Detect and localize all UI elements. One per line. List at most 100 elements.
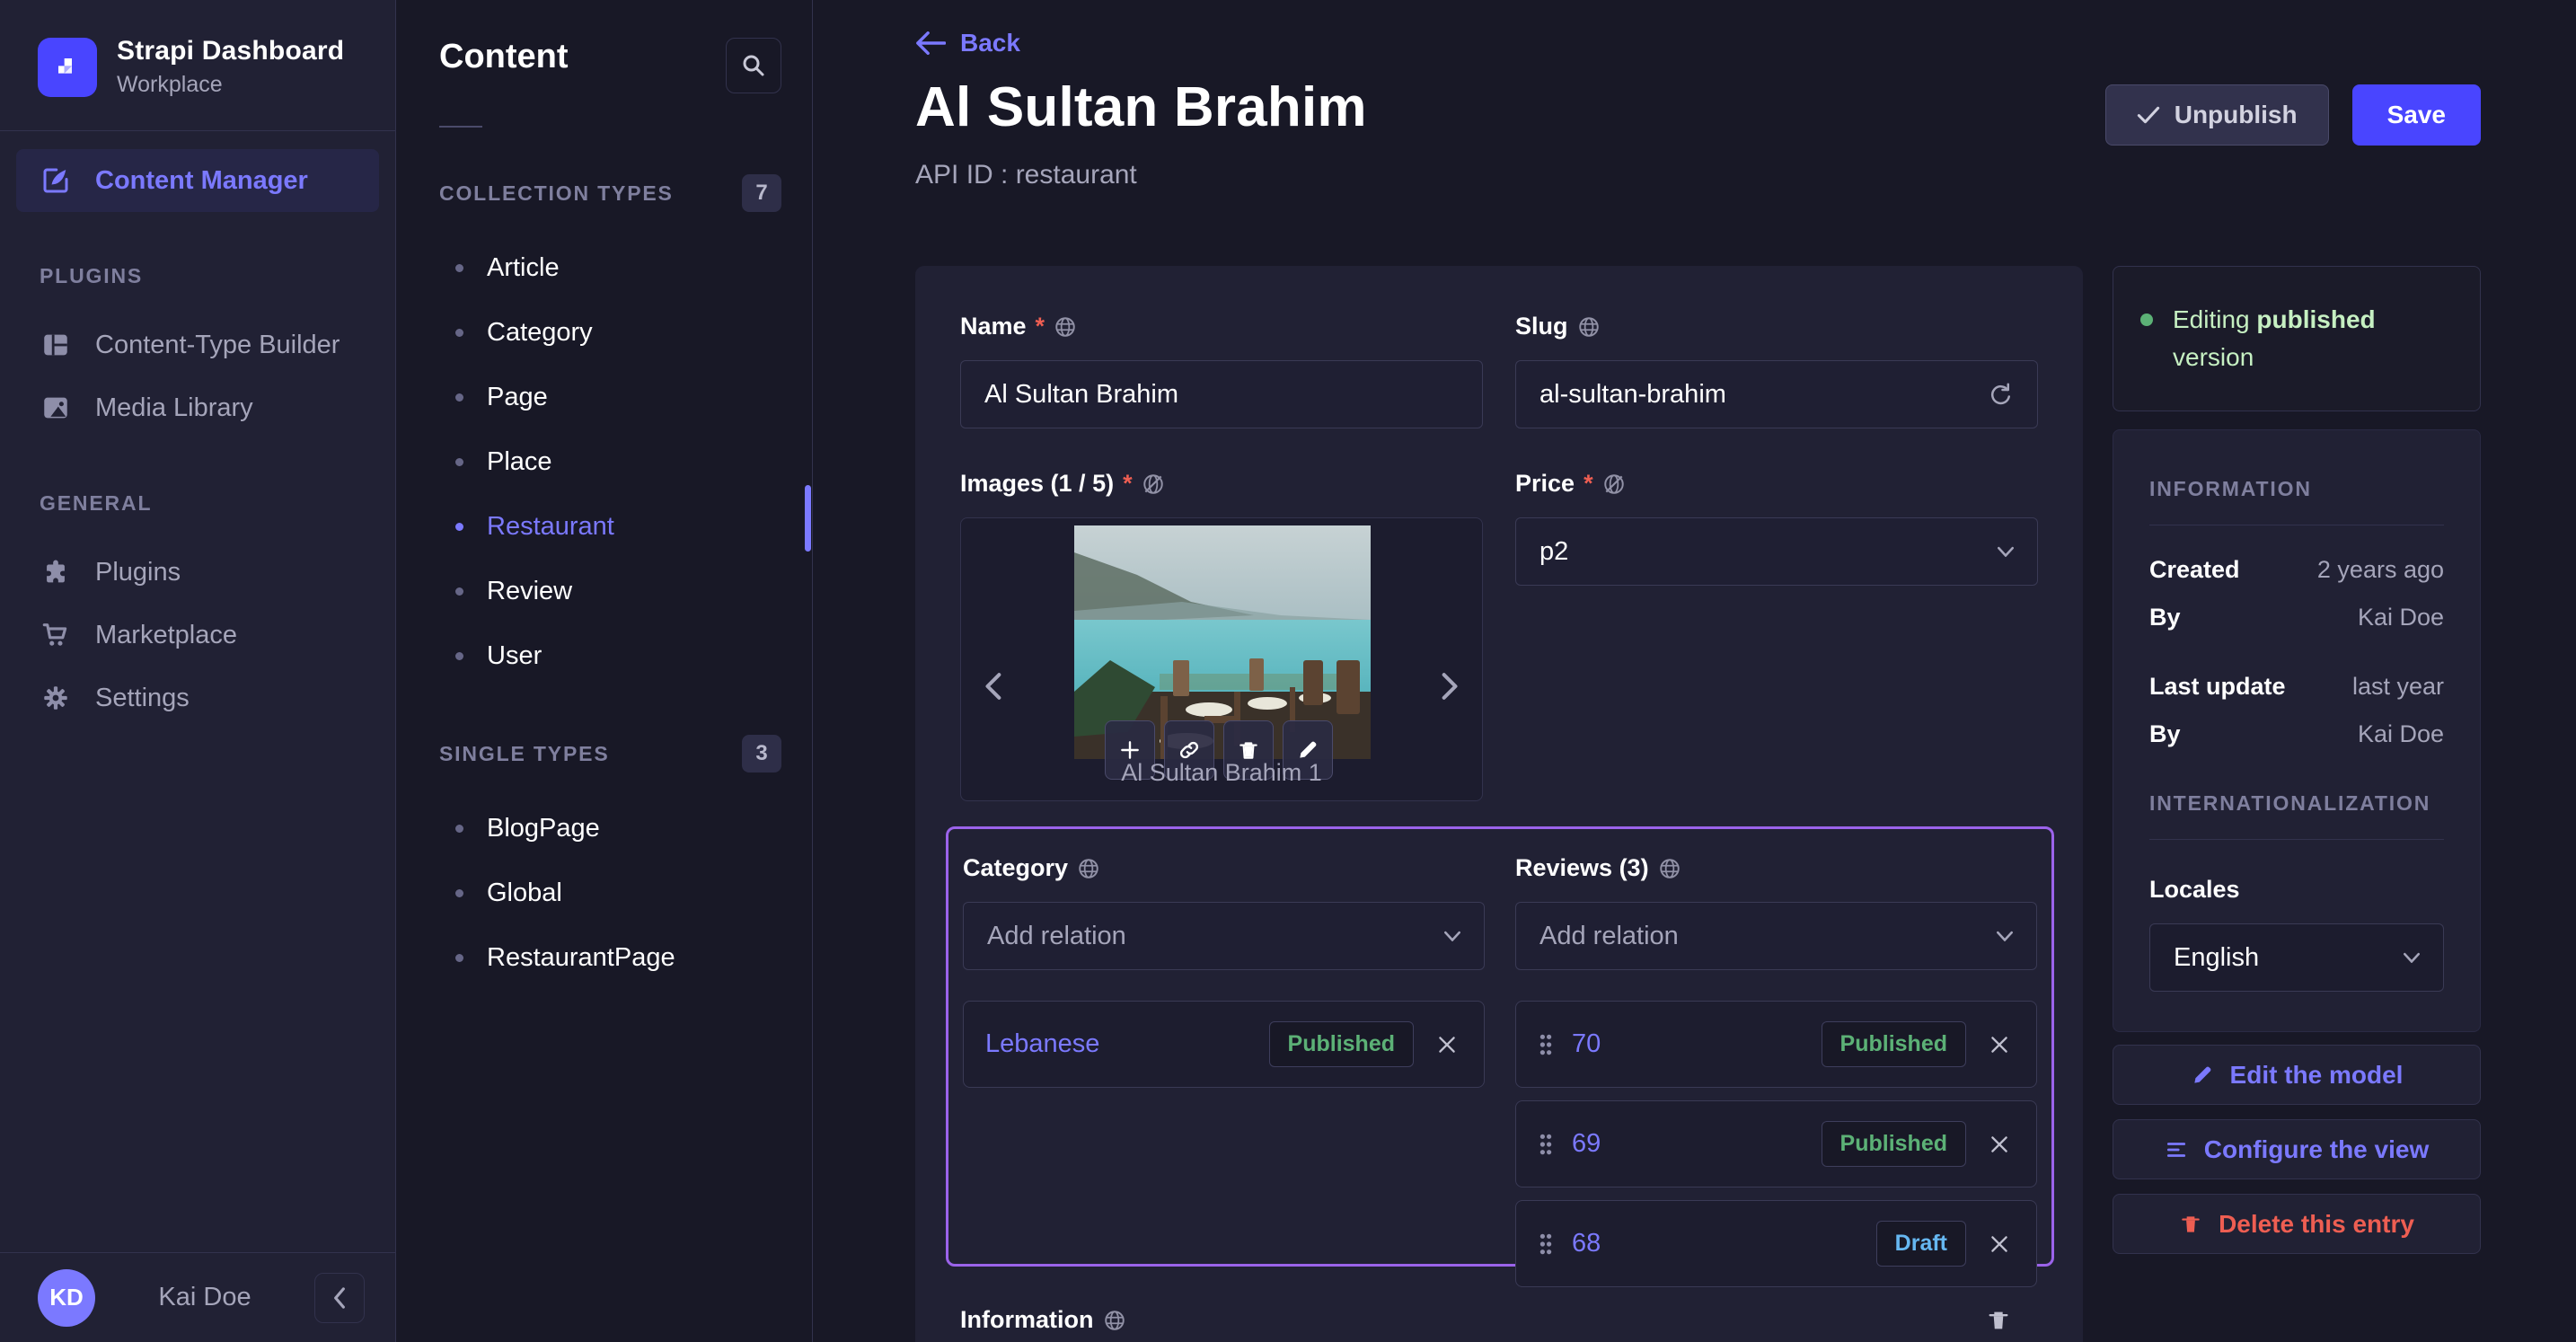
edit-status-box: Editing published version	[2113, 266, 2481, 411]
subnav-item-category[interactable]: Category	[396, 300, 812, 365]
subnav-item-user[interactable]: User	[396, 623, 812, 688]
subnav-divider	[439, 126, 482, 128]
delete-entry-label: Delete this entry	[2219, 1209, 2414, 1238]
subnav-item-review[interactable]: Review	[396, 559, 812, 623]
relations-component-group: Category Add relation Lebanese Published…	[946, 826, 2054, 1287]
sidebar-item-media-library[interactable]: Media Library	[16, 376, 379, 439]
last-update-row: Last update last year	[2149, 673, 2444, 700]
search-icon	[743, 55, 764, 76]
sidebar-item-plugins[interactable]: Plugins	[16, 541, 379, 604]
relation-row-lebanese[interactable]: Lebanese Published	[963, 1001, 1485, 1088]
information-panel: INFORMATION Created 2 years ago By Kai D…	[2113, 429, 2481, 1032]
sidebar-item-label: Media Library	[95, 393, 253, 422]
content-manager-icon	[38, 164, 74, 197]
entry-side-panel: Editing published version INFORMATION Cr…	[2113, 266, 2481, 1254]
subnav-item-restaurant[interactable]: Restaurant	[396, 494, 812, 559]
relation-link[interactable]: 69	[1572, 1129, 1804, 1159]
carousel-next-icon[interactable]	[1441, 671, 1460, 702]
globe-icon	[1079, 858, 1098, 878]
globe-icon	[1659, 858, 1680, 878]
sidebar-item-marketplace[interactable]: Marketplace	[16, 604, 379, 667]
collapse-sidebar-button[interactable]	[314, 1272, 365, 1323]
nav-section-general: GENERAL	[40, 491, 153, 515]
subnav-item-label: BlogPage	[487, 813, 600, 843]
api-id: API ID : restaurant	[915, 160, 1137, 190]
avatar[interactable]: KD	[38, 1268, 95, 1327]
locale-select[interactable]: English	[2149, 923, 2444, 992]
configure-view-button[interactable]: Configure the view	[2113, 1119, 2481, 1179]
close-icon	[1991, 1135, 2007, 1152]
name-value: Al Sultan Brahim	[984, 379, 1178, 409]
regenerate-slug-icon[interactable]	[1987, 381, 2014, 408]
remove-relation-button[interactable]	[1984, 1133, 2015, 1156]
relation-link[interactable]: 70	[1572, 1029, 1804, 1059]
reviews-add-relation-select[interactable]: Add relation	[1515, 902, 2037, 970]
relation-row-68[interactable]: 68 Draft	[1515, 1200, 2037, 1287]
main-sidebar: Strapi Dashboard Workplace Content Manag…	[0, 0, 396, 1342]
price-field: Price * p2	[1515, 470, 2038, 801]
globe-strikethrough-icon	[1142, 473, 1163, 494]
gear-icon	[38, 683, 74, 713]
search-button[interactable]	[726, 38, 781, 93]
relation-link[interactable]: 68	[1572, 1229, 1858, 1258]
drag-handle-icon[interactable]	[1538, 1232, 1554, 1256]
shopping-cart-icon	[38, 620, 74, 650]
information-component-label: Information	[960, 1306, 1094, 1333]
locales-label: Locales	[2149, 876, 2240, 903]
remove-relation-button[interactable]	[1984, 1232, 2015, 1256]
subnav-item-label: Review	[487, 576, 573, 605]
locale-value: English	[2174, 942, 2260, 972]
subnav-item-label: Restaurant	[487, 511, 614, 541]
category-relation-field: Category Add relation Lebanese Published	[963, 854, 1485, 1264]
content-subnav: Content COLLECTION TYPES 7 Article Categ…	[396, 0, 813, 1342]
strapi-logo-icon	[38, 37, 97, 97]
name-label: Name	[960, 313, 1027, 340]
relation-row-69[interactable]: 69 Published	[1515, 1100, 2037, 1187]
price-label: Price	[1515, 470, 1575, 497]
sidebar-item-label: Content-Type Builder	[95, 330, 340, 359]
pencil-icon	[2193, 1066, 2210, 1083]
subnav-item-article[interactable]: Article	[396, 235, 812, 300]
edit-model-button[interactable]: Edit the model	[2113, 1045, 2481, 1105]
sidebar-item-content-manager[interactable]: Content Manager	[16, 149, 379, 212]
subnav-item-page[interactable]: Page	[396, 365, 812, 429]
price-select[interactable]: p2	[1515, 517, 2038, 586]
relation-link[interactable]: Lebanese	[985, 1029, 1251, 1059]
name-input[interactable]: Al Sultan Brahim	[960, 360, 1483, 428]
sidebar-footer: KD Kai Doe	[0, 1252, 395, 1342]
delete-entry-button[interactable]: Delete this entry	[2113, 1194, 2481, 1254]
remove-relation-button[interactable]	[1984, 1033, 2015, 1056]
subnav-scrollbar[interactable]	[805, 485, 811, 552]
unpublish-label: Unpublish	[2174, 101, 2298, 128]
trash-icon	[2182, 1215, 2200, 1232]
drag-handle-icon[interactable]	[1538, 1033, 1554, 1056]
carousel-prev-icon[interactable]	[983, 671, 1002, 702]
sidebar-item-settings[interactable]: Settings	[16, 667, 379, 729]
close-icon	[1991, 1235, 2007, 1252]
collection-types-list: Article Category Page Place Restaurant R…	[396, 235, 812, 688]
drag-handle-icon[interactable]	[1538, 1133, 1554, 1156]
subnav-item-blogpage[interactable]: BlogPage	[396, 796, 812, 861]
subnav-item-label: User	[487, 640, 543, 670]
relation-row-70[interactable]: 70 Published	[1515, 1001, 2037, 1088]
delete-component-icon[interactable]	[1986, 1307, 2011, 1334]
save-button[interactable]: Save	[2351, 84, 2481, 146]
subnav-item-global[interactable]: Global	[396, 861, 812, 925]
slug-input[interactable]: al-sultan-brahim	[1515, 360, 2038, 428]
status-badge: Draft	[1875, 1221, 1966, 1267]
edit-form-card: Name * Al Sultan Brahim Slug al-sultan-b…	[915, 266, 2083, 1342]
configure-view-label: Configure the view	[2203, 1135, 2430, 1163]
back-link[interactable]: Back	[915, 29, 1020, 57]
subnav-item-place[interactable]: Place	[396, 429, 812, 494]
subnav-item-label: RestaurantPage	[487, 942, 675, 972]
single-types-count: 3	[742, 735, 781, 773]
status-badge: Published	[1821, 1021, 1966, 1067]
subnav-item-restaurantpage[interactable]: RestaurantPage	[396, 925, 812, 990]
sidebar-item-content-type-builder[interactable]: Content-Type Builder	[16, 313, 379, 376]
required-asterisk: *	[1035, 313, 1045, 340]
remove-relation-button[interactable]	[1432, 1033, 1462, 1056]
subnav-item-label: Article	[487, 252, 560, 282]
unpublish-button[interactable]: Unpublish	[2104, 84, 2329, 146]
category-add-relation-select[interactable]: Add relation	[963, 902, 1485, 970]
caret-down-icon	[2404, 952, 2420, 963]
